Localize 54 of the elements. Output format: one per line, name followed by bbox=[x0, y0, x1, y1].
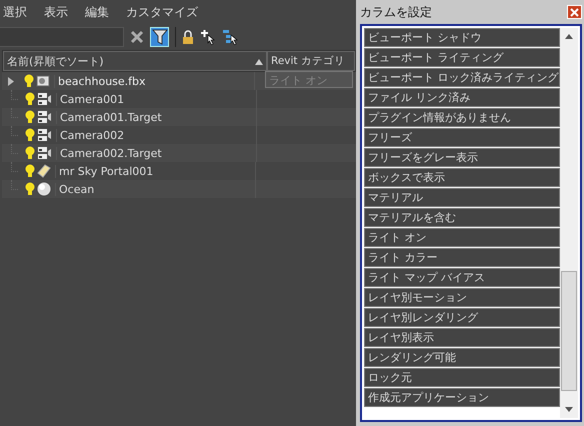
column-option[interactable]: ファイル リンク済み bbox=[364, 88, 560, 107]
column-option[interactable]: ビューポート シャドウ bbox=[364, 28, 560, 47]
column-option[interactable]: フリーズをグレー表示 bbox=[364, 148, 560, 167]
camera-icon bbox=[37, 146, 52, 160]
filter-button[interactable] bbox=[150, 27, 169, 47]
light-bulb-icon[interactable] bbox=[25, 92, 35, 106]
column-option[interactable]: レイヤ別表示 bbox=[364, 328, 560, 347]
column-option[interactable]: プラグイン情報がありません bbox=[364, 108, 560, 127]
column-option[interactable]: レンダリング可能 bbox=[364, 348, 560, 367]
clear-icon[interactable] bbox=[130, 30, 144, 44]
column-option[interactable]: マテリアルを含む bbox=[364, 208, 560, 227]
scroll-down-icon[interactable] bbox=[564, 407, 572, 412]
file-icon bbox=[36, 74, 50, 88]
light-bulb-icon[interactable] bbox=[25, 128, 35, 142]
search-field[interactable] bbox=[0, 27, 124, 47]
sphere-icon bbox=[37, 182, 51, 196]
menu-item[interactable]: カスタマイズ bbox=[126, 4, 207, 20]
column-header[interactable]: Revit カテゴリ bbox=[267, 51, 355, 71]
object-name[interactable]: mr Sky Portal001 bbox=[55, 164, 255, 178]
camera-icon bbox=[37, 110, 52, 124]
hierarchy-cursor-icon[interactable] bbox=[222, 29, 238, 45]
light-bulb-icon[interactable] bbox=[25, 182, 35, 196]
add-cursor-icon[interactable] bbox=[200, 29, 216, 45]
object-name[interactable]: Camera002 bbox=[56, 128, 256, 142]
light-bulb-icon[interactable] bbox=[25, 146, 35, 160]
column-option[interactable]: ビューポート ライティング bbox=[364, 48, 560, 67]
camera-icon bbox=[37, 92, 52, 106]
column-header[interactable]: 名前(昇順でソート) bbox=[3, 51, 267, 71]
camera-icon bbox=[37, 128, 52, 142]
close-button[interactable] bbox=[566, 5, 582, 19]
dialog-title: カラムを設定 bbox=[360, 4, 432, 20]
object-name[interactable]: Camera001 bbox=[56, 92, 256, 106]
column-option[interactable]: レイヤ別モーション bbox=[364, 288, 560, 307]
column-option[interactable]: ロック元 bbox=[364, 368, 560, 387]
menu-item[interactable]: 選択 bbox=[3, 4, 36, 20]
scroll-up-icon[interactable] bbox=[564, 34, 572, 39]
column-option[interactable]: レイヤ別レンダリング bbox=[364, 308, 560, 327]
column-option[interactable]: ライト マップ バイアス bbox=[364, 268, 560, 287]
column-option[interactable]: 作成元アプリケーション bbox=[364, 388, 560, 407]
menu-item[interactable]: 編集 bbox=[85, 4, 118, 20]
light-panel-icon bbox=[37, 164, 51, 178]
column-option[interactable]: ボックスで表示 bbox=[364, 168, 560, 187]
column-option[interactable]: フリーズ bbox=[364, 128, 560, 147]
column-option[interactable]: ライト オン bbox=[364, 228, 560, 247]
column-option[interactable]: ビューポート ロック済みライティング bbox=[364, 68, 560, 87]
light-bulb-icon[interactable] bbox=[25, 164, 35, 178]
light-bulb-icon[interactable] bbox=[24, 74, 34, 88]
menu-item[interactable]: 表示 bbox=[44, 4, 77, 20]
scrollbar[interactable] bbox=[560, 28, 578, 418]
lock-icon[interactable] bbox=[182, 30, 194, 44]
column-option[interactable]: ライト カラー bbox=[364, 248, 560, 267]
object-name[interactable]: beachhouse.fbx bbox=[54, 74, 254, 88]
column-option[interactable]: マテリアル bbox=[364, 188, 560, 207]
light-bulb-icon[interactable] bbox=[25, 110, 35, 124]
